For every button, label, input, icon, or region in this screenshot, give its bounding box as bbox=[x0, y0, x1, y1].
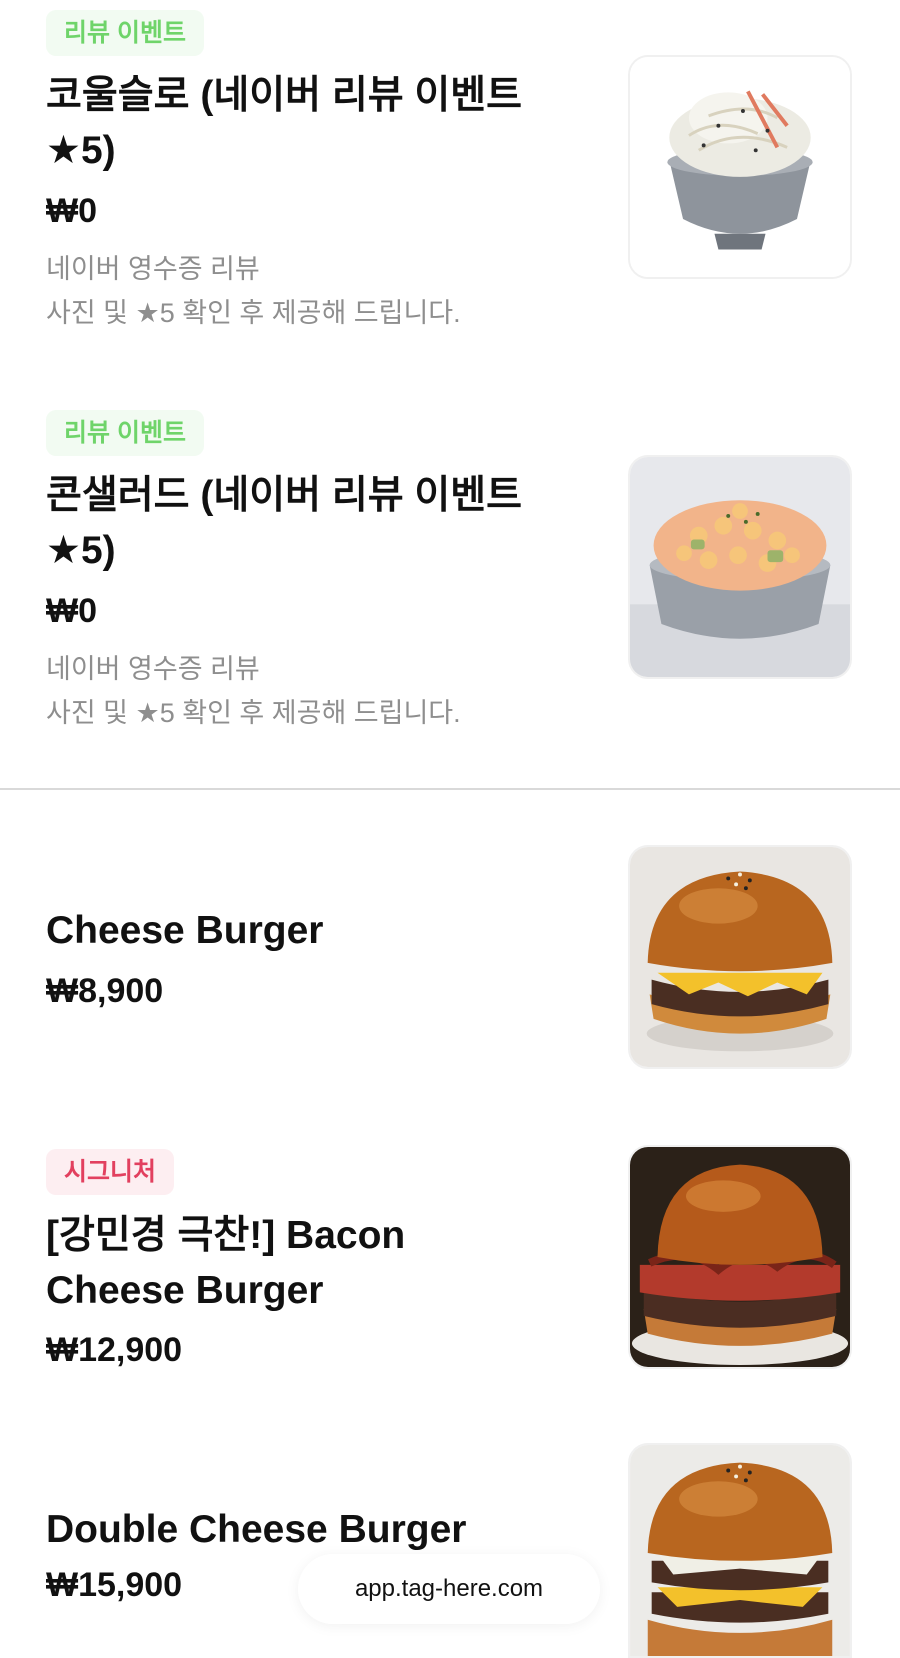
menu-item-title: [강민경 극찬!] Bacon Cheese Burger bbox=[46, 1214, 406, 1312]
menu-item-title: 코울슬로 (네이버 리뷰 이벤트 ★5) bbox=[46, 74, 523, 172]
url-bar[interactable]: app.tag-here.com bbox=[298, 1554, 600, 1624]
section-divider bbox=[0, 788, 900, 790]
cheese-burger-image[interactable] bbox=[628, 845, 852, 1069]
menu-item-price: ₩0 bbox=[46, 192, 97, 230]
signature-badge: 시그니처 bbox=[46, 1149, 175, 1195]
menu-item-title: Cheese Burger bbox=[46, 909, 324, 952]
review-event-badge: 리뷰 이벤트 bbox=[46, 410, 204, 456]
menu-item-description: 네이버 영수증 리뷰 사진 및 ★5 확인 후 제공해 드립니다. bbox=[46, 654, 461, 728]
review-event-badge: 리뷰 이벤트 bbox=[46, 10, 204, 56]
menu-item-price: ₩15,900 bbox=[46, 1566, 183, 1604]
menu-item-price: ₩8,900 bbox=[46, 972, 164, 1010]
menu-item-description: 네이버 영수증 리뷰 사진 및 ★5 확인 후 제공해 드립니다. bbox=[46, 254, 461, 328]
menu-item-price: ₩0 bbox=[46, 592, 97, 630]
coleslaw-image[interactable] bbox=[628, 55, 852, 279]
double-cheese-burger-image[interactable] bbox=[628, 1443, 852, 1658]
corn-salad-image[interactable] bbox=[628, 455, 852, 679]
menu-item-title: 콘샐러드 (네이버 리뷰 이벤트 ★5) bbox=[46, 474, 523, 572]
bacon-cheese-burger-image[interactable] bbox=[628, 1145, 852, 1369]
menu-item-title: Double Cheese Burger bbox=[46, 1508, 467, 1551]
menu-item-price: ₩12,900 bbox=[46, 1331, 183, 1369]
